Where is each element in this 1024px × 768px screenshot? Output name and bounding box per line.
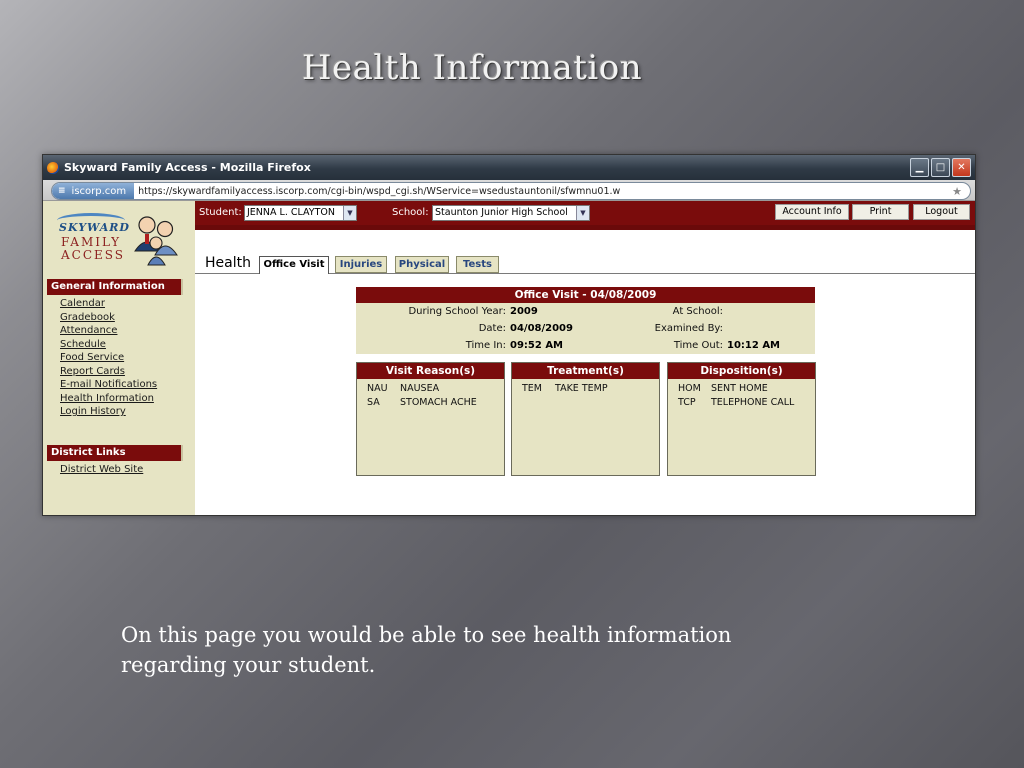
nav-link-gradebook[interactable]: Gradebook	[60, 311, 157, 325]
tab-office-visit[interactable]: Office Visit	[259, 256, 329, 274]
skyward-logo[interactable]: SKYWARD FAMILY ACCESS	[57, 209, 185, 273]
logout-button[interactable]: Logout	[913, 204, 970, 220]
firefox-icon	[47, 161, 59, 174]
general-information-header: General Information	[47, 279, 183, 295]
nav-link-calendar[interactable]: Calendar	[60, 297, 157, 311]
reason-code: NAU	[367, 383, 388, 394]
time-in-label: Time In:	[465, 340, 506, 351]
dispositions-panel: Disposition(s) HOM SENT HOME TCP TELEPHO…	[667, 362, 816, 476]
reason-code: SA	[367, 396, 380, 408]
time-in-value: 09:52 AM	[510, 340, 564, 351]
treatment-desc: TAKE TEMP	[555, 383, 608, 394]
address-bar: ≡ iscorp.com https://skywardfamilyaccess…	[43, 180, 975, 201]
general-information-list: Calendar Gradebook Attendance Schedule F…	[60, 297, 157, 419]
family-people-icon	[134, 216, 178, 266]
time-out-value: 10:12 AM	[727, 340, 781, 351]
treatment-code: TEM	[522, 383, 543, 394]
nav-link-district-web-site[interactable]: District Web Site	[60, 463, 143, 477]
list-item: TEM TAKE TEMP	[512, 382, 659, 396]
chevron-down-icon: ▼	[343, 206, 356, 220]
nav-link-health-information[interactable]: Health Information	[60, 392, 157, 406]
reason-desc: STOMACH ACHE	[400, 396, 477, 408]
district-links-header: District Links	[47, 445, 183, 461]
window-titlebar[interactable]: Skyward Family Access - Mozilla Firefox …	[43, 155, 975, 180]
maximize-icon[interactable]: □	[931, 158, 950, 177]
url-text[interactable]: https://skywardfamilyaccess.iscorp.com/c…	[138, 186, 952, 197]
health-section-label: Health	[205, 255, 251, 271]
date-label: Date:	[478, 323, 506, 334]
print-button[interactable]: Print	[852, 204, 909, 220]
list-item: HOM SENT HOME	[668, 382, 815, 396]
slide-caption: On this page you would be able to see he…	[121, 623, 732, 677]
nav-link-login-history[interactable]: Login History	[60, 405, 157, 419]
logo-access: ACCESS	[61, 248, 126, 262]
main-area: Student: JENNA L. CLAYTON ▼ School: Stau…	[195, 201, 975, 515]
site-identity-button[interactable]: ≡ iscorp.com	[52, 183, 135, 199]
district-links-list: District Web Site	[60, 463, 143, 477]
disposition-desc: SENT HOME	[711, 383, 768, 394]
chevron-down-icon: ▼	[576, 206, 589, 220]
site-identity-label: iscorp.com	[71, 185, 127, 197]
date-value: 04/08/2009	[510, 323, 573, 334]
tab-injuries[interactable]: Injuries	[335, 256, 387, 273]
office-visit-summary: Office Visit - 04/08/2009 During School …	[356, 287, 815, 354]
time-out-label: Time Out:	[673, 340, 723, 351]
date-row: Date: 04/08/2009	[356, 323, 573, 334]
nav-link-schedule[interactable]: Schedule	[60, 338, 157, 352]
nav-link-attendance[interactable]: Attendance	[60, 324, 157, 338]
page-content: SKYWARD FAMILY ACCESS General Informatio…	[43, 201, 975, 515]
site-favicon-icon: ≡	[58, 186, 66, 196]
time-in-row: Time In: 09:52 AM	[356, 340, 563, 351]
top-bar: Student: JENNA L. CLAYTON ▼ School: Stau…	[195, 201, 975, 230]
at-school-label: At School:	[672, 306, 723, 317]
school-year-label: During School Year:	[408, 306, 506, 317]
health-tabs: Health Office Visit Injuries Physical Te…	[195, 253, 975, 274]
visit-reasons-panel: Visit Reason(s) NAU NAUSEA SA STOMACH AC…	[356, 362, 505, 476]
tab-tests[interactable]: Tests	[456, 256, 499, 273]
logo-family: FAMILY	[61, 235, 122, 249]
nav-link-food-service[interactable]: Food Service	[60, 351, 157, 365]
examined-by-row: Examined By:	[596, 323, 727, 334]
student-select[interactable]: JENNA L. CLAYTON ▼	[244, 205, 357, 221]
school-label: School:	[392, 207, 429, 218]
student-label: Student:	[199, 207, 242, 218]
sidebar: SKYWARD FAMILY ACCESS General Informatio…	[43, 201, 195, 515]
browser-window: Skyward Family Access - Mozilla Firefox …	[42, 154, 976, 516]
minimize-icon[interactable]: ▁	[910, 158, 929, 177]
school-select[interactable]: Staunton Junior High School ▼	[432, 205, 590, 221]
slide-title: Health Information	[301, 48, 643, 88]
examined-by-label: Examined By:	[654, 323, 723, 334]
logo-skyward: SKYWARD	[59, 221, 130, 234]
tab-physical[interactable]: Physical	[395, 256, 449, 273]
bookmark-star-icon[interactable]: ★	[952, 185, 962, 198]
school-year-row: During School Year: 2009	[356, 306, 538, 317]
url-field[interactable]: ≡ iscorp.com https://skywardfamilyaccess…	[51, 182, 971, 200]
reason-desc: NAUSEA	[400, 383, 440, 394]
student-select-value: JENNA L. CLAYTON	[247, 207, 335, 218]
office-visit-header: Office Visit - 04/08/2009	[356, 287, 815, 303]
nav-link-email-notifications[interactable]: E-mail Notifications	[60, 378, 157, 392]
at-school-row: At School:	[596, 306, 727, 317]
list-item: SA STOMACH ACHE	[357, 396, 504, 410]
disposition-code: TCP	[678, 396, 696, 408]
time-out-row: Time Out: 10:12 AM	[596, 340, 780, 351]
visit-reasons-header: Visit Reason(s)	[357, 363, 504, 379]
treatments-header: Treatment(s)	[512, 363, 659, 379]
treatments-panel: Treatment(s) TEM TAKE TEMP	[511, 362, 660, 476]
disposition-code: HOM	[678, 383, 701, 394]
account-info-button[interactable]: Account Info	[775, 204, 849, 220]
list-item: NAU NAUSEA	[357, 382, 504, 396]
window-title: Skyward Family Access - Mozilla Firefox	[64, 161, 311, 174]
nav-link-report-cards[interactable]: Report Cards	[60, 365, 157, 379]
list-item: TCP TELEPHONE CALL	[668, 396, 815, 410]
school-year-value: 2009	[510, 306, 538, 317]
close-icon[interactable]: ✕	[952, 158, 971, 177]
school-select-value: Staunton Junior High School	[435, 207, 568, 218]
dispositions-header: Disposition(s)	[668, 363, 815, 379]
disposition-desc: TELEPHONE CALL	[711, 396, 795, 408]
